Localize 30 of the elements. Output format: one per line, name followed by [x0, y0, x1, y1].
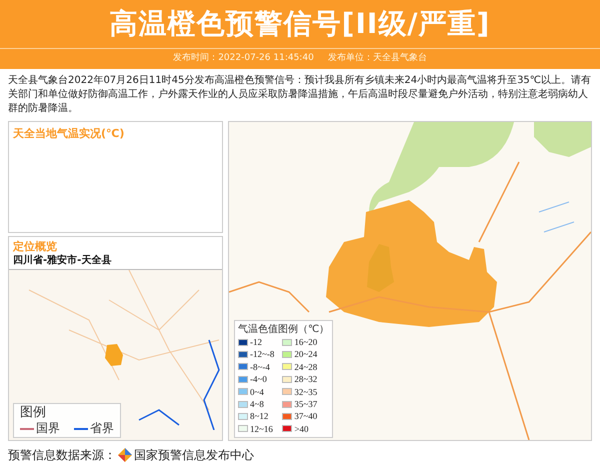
legend-label: 20~24	[294, 349, 318, 360]
source-label: 预警信息数据来源：	[8, 447, 116, 464]
legend-label: 12~16	[250, 424, 273, 434]
legend-label: -4~0	[250, 374, 267, 384]
legend-label: 35~37	[294, 399, 318, 410]
publish-unit: 发布单位：天全县气象台	[328, 52, 427, 66]
diamond-logo-icon	[118, 448, 132, 462]
legend-label: 24~28	[294, 362, 318, 372]
legend-title: 气温色值图例（℃）	[238, 322, 330, 336]
legend-label: -12	[250, 337, 262, 348]
legend-label: 28~32	[294, 374, 318, 384]
panel-title: 天全当地气温实况(℃)	[13, 126, 126, 142]
legend-title: 图例	[20, 405, 47, 421]
legend-label: -12~-8	[250, 349, 274, 360]
source-link[interactable]: 国家预警信息发布中心	[134, 446, 254, 464]
legend-label: 32~35	[294, 386, 318, 397]
legend-label: 8~12	[250, 411, 268, 422]
warning-title: 高温橙色预警信号[II级/严重]	[110, 10, 490, 38]
publish-time: 发布时间：2022-07-26 11:45:40	[173, 52, 314, 66]
legend-label: 4~8	[250, 399, 264, 410]
legend-label: 省界	[90, 421, 114, 436]
legend-label: >40	[294, 424, 308, 434]
location-path: 四川省-雅安市-天全县	[13, 254, 112, 267]
legend-label: 国界	[36, 421, 60, 436]
legend-label: 16~20	[294, 337, 318, 348]
warning-text: 天全县气象台2022年07月26日11时45分发布高温橙色预警信号：预计我县所有乡镇未来24小时内最高气温将升至35℃以上。请有关部门和单位做好防御高温工作，户外露天作业的人员应采取防暑降温措施，午后高温时段尽量避免户外活动，特别注意老弱病幼人群的防暑降温。	[7, 74, 592, 116]
legend-label: 0~4	[250, 386, 264, 397]
legend-label: 37~40	[294, 411, 318, 422]
panel-title: 定位概览	[13, 239, 58, 254]
legend-label: -8~-4	[250, 362, 270, 372]
